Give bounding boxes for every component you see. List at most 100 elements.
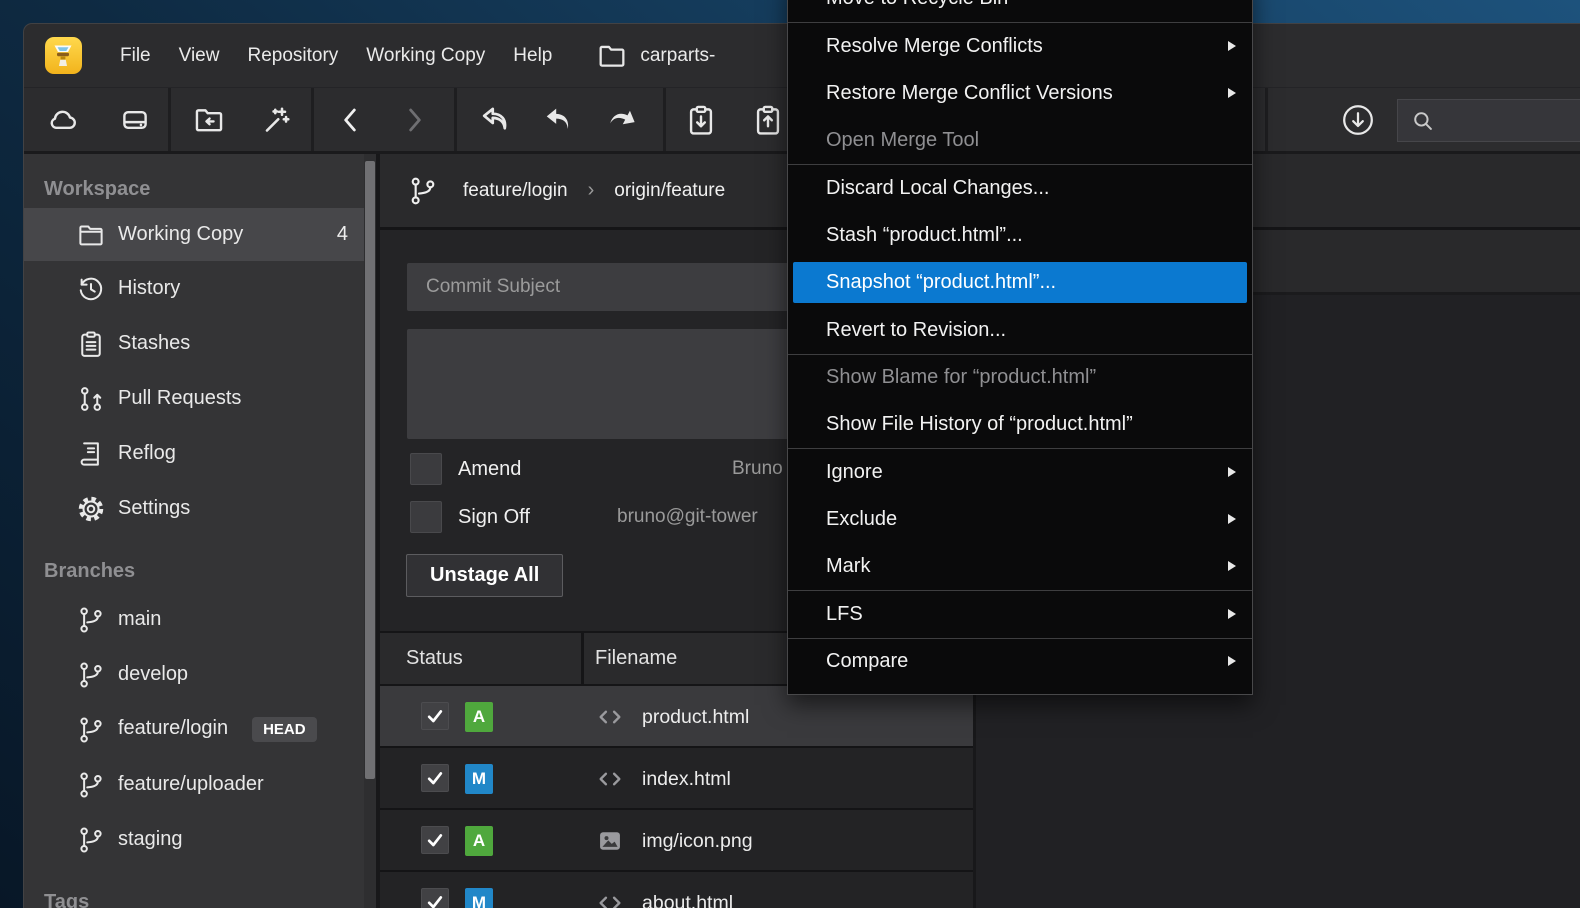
toolbar-separator xyxy=(311,88,314,151)
tags-header: Tags xyxy=(24,867,364,908)
chevron-right-icon xyxy=(398,103,430,137)
menu-item-lfs[interactable]: LFS xyxy=(788,590,1252,637)
menu-file[interactable]: File xyxy=(106,37,165,75)
open-repository-button[interactable] xyxy=(186,98,232,142)
menu-item-stash-product-html[interactable]: Stash “product.html”... xyxy=(788,212,1252,259)
sidebar-item-label: History xyxy=(118,277,180,300)
file-row-index-html[interactable]: M index.html xyxy=(380,748,973,810)
remote-branch-link[interactable]: origin/feature xyxy=(614,180,725,202)
discard-button[interactable] xyxy=(472,98,518,142)
menu-item-discard-local-changes[interactable]: Discard Local Changes... xyxy=(788,164,1252,211)
sidebar-branch-main[interactable]: main xyxy=(24,592,364,647)
code-file-icon xyxy=(593,889,627,908)
filename: about.html xyxy=(642,872,733,908)
submenu-arrow-icon xyxy=(1228,514,1236,524)
sidebar-scrollbar xyxy=(364,154,376,908)
sidebar-branch-feature-uploader[interactable]: feature/uploader xyxy=(24,757,364,812)
menu-item-revert-to-revision[interactable]: Revert to Revision... xyxy=(788,306,1252,353)
redo-button[interactable] xyxy=(600,98,646,142)
search-input[interactable] xyxy=(1444,110,1574,131)
unstage-all-button[interactable]: Unstage All xyxy=(406,554,563,597)
menu-item-open-merge-tool: Open Merge Tool xyxy=(788,117,1252,164)
menu-item-exclude[interactable]: Exclude xyxy=(788,496,1252,543)
menu-item-resolve-merge-conflicts[interactable]: Resolve Merge Conflicts xyxy=(788,22,1252,69)
cloud-button[interactable] xyxy=(40,98,86,142)
local-drive-button[interactable] xyxy=(112,98,158,142)
tower-logo-icon xyxy=(45,37,81,73)
commit-author-name: Bruno xyxy=(732,453,783,485)
pull-button[interactable] xyxy=(678,98,724,142)
cloud-icon xyxy=(46,103,80,137)
file-row-about-html[interactable]: M about.html xyxy=(380,872,973,908)
sidebar-item-history[interactable]: History xyxy=(24,261,364,316)
branch-label: main xyxy=(118,608,161,631)
status-badge-modified: M xyxy=(465,888,493,908)
chevron-right-icon: › xyxy=(588,179,595,202)
menu-view[interactable]: View xyxy=(165,37,234,75)
branch-label: develop xyxy=(118,663,188,686)
file-checkbox[interactable] xyxy=(421,888,449,908)
menu-item-ignore[interactable]: Ignore xyxy=(788,448,1252,495)
menu-help[interactable]: Help xyxy=(499,37,566,75)
menu-working-copy[interactable]: Working Copy xyxy=(352,37,499,75)
sign-off-checkbox[interactable] xyxy=(410,501,442,533)
back-button[interactable] xyxy=(328,98,374,142)
clipboard-up-icon xyxy=(751,102,785,138)
quick-actions-button[interactable] xyxy=(253,98,299,142)
sidebar-branch-staging[interactable]: staging xyxy=(24,812,364,867)
toolbar-separator xyxy=(663,88,666,151)
sidebar-branch-develop[interactable]: develop xyxy=(24,647,364,702)
tower-app-icon[interactable] xyxy=(45,37,82,74)
local-branch-link[interactable]: feature/login xyxy=(463,180,568,202)
forward-button[interactable] xyxy=(391,98,437,142)
file-checkbox[interactable] xyxy=(421,702,449,730)
toolbar-separator xyxy=(454,88,457,151)
check-icon xyxy=(425,768,445,788)
menu-item-show-blame: Show Blame for “product.html” xyxy=(788,354,1252,401)
sidebar-item-label: Pull Requests xyxy=(118,387,241,410)
sidebar-item-settings[interactable]: Settings xyxy=(24,481,364,536)
sidebar-branch-feature-login[interactable]: feature/loginHEAD xyxy=(24,702,364,757)
history-clock-icon xyxy=(76,274,106,304)
file-row-img-icon-png[interactable]: A img/icon.png xyxy=(380,810,973,872)
git-branch-icon xyxy=(76,660,106,690)
repository-chip[interactable]: carparts- xyxy=(596,40,715,72)
push-button[interactable] xyxy=(745,98,791,142)
branch-label: feature/uploader xyxy=(118,773,264,796)
search-box[interactable] xyxy=(1397,99,1580,142)
menu-repository[interactable]: Repository xyxy=(233,37,352,75)
menu-item-compare[interactable]: Compare xyxy=(788,638,1252,685)
sidebar-item-label: Working Copy xyxy=(118,223,243,246)
image-file-icon xyxy=(593,827,627,855)
menu-item-mark[interactable]: Mark xyxy=(788,543,1252,590)
amend-checkbox[interactable] xyxy=(410,453,442,485)
sidebar-item-working-copy[interactable]: Working Copy 4 xyxy=(24,208,364,261)
status-badge-added: A xyxy=(465,826,493,856)
fetch-indicator-button[interactable] xyxy=(1335,98,1381,142)
reflog-journal-icon xyxy=(76,439,106,469)
file-checkbox[interactable] xyxy=(421,826,449,854)
file-checkbox[interactable] xyxy=(421,764,449,792)
menu-item-show-file-history[interactable]: Show File History of “product.html” xyxy=(788,401,1252,448)
branch-label: staging xyxy=(118,828,183,851)
file-list: A product.html M index.html xyxy=(380,686,973,908)
sidebar-item-pull-requests[interactable]: Pull Requests xyxy=(24,371,364,426)
sidebar-item-label: Reflog xyxy=(118,442,176,465)
check-icon xyxy=(425,706,445,726)
sidebar-item-reflog[interactable]: Reflog xyxy=(24,426,364,481)
sidebar-item-label: Settings xyxy=(118,497,190,520)
file-row-product-html[interactable]: A product.html xyxy=(380,686,973,748)
chevron-left-icon xyxy=(335,103,367,137)
menu-item-snapshot-product-html[interactable]: Snapshot “product.html”... xyxy=(788,259,1252,306)
menu-item-move-to-recycle-bin[interactable]: Move to Recycle Bin xyxy=(788,0,1252,22)
sidebar-item-stashes[interactable]: Stashes xyxy=(24,316,364,371)
git-branch-icon xyxy=(407,175,439,207)
menu-item-restore-merge-conflict-versions[interactable]: Restore Merge Conflict Versions xyxy=(788,70,1252,117)
undo-button[interactable] xyxy=(535,98,581,142)
submenu-arrow-icon xyxy=(1228,41,1236,51)
status-badge-added: A xyxy=(465,702,493,732)
submenu-arrow-icon xyxy=(1228,609,1236,619)
sidebar-scrollbar-thumb[interactable] xyxy=(365,161,375,779)
git-branch-icon xyxy=(76,825,106,855)
circle-down-arrow-icon xyxy=(1340,102,1376,138)
